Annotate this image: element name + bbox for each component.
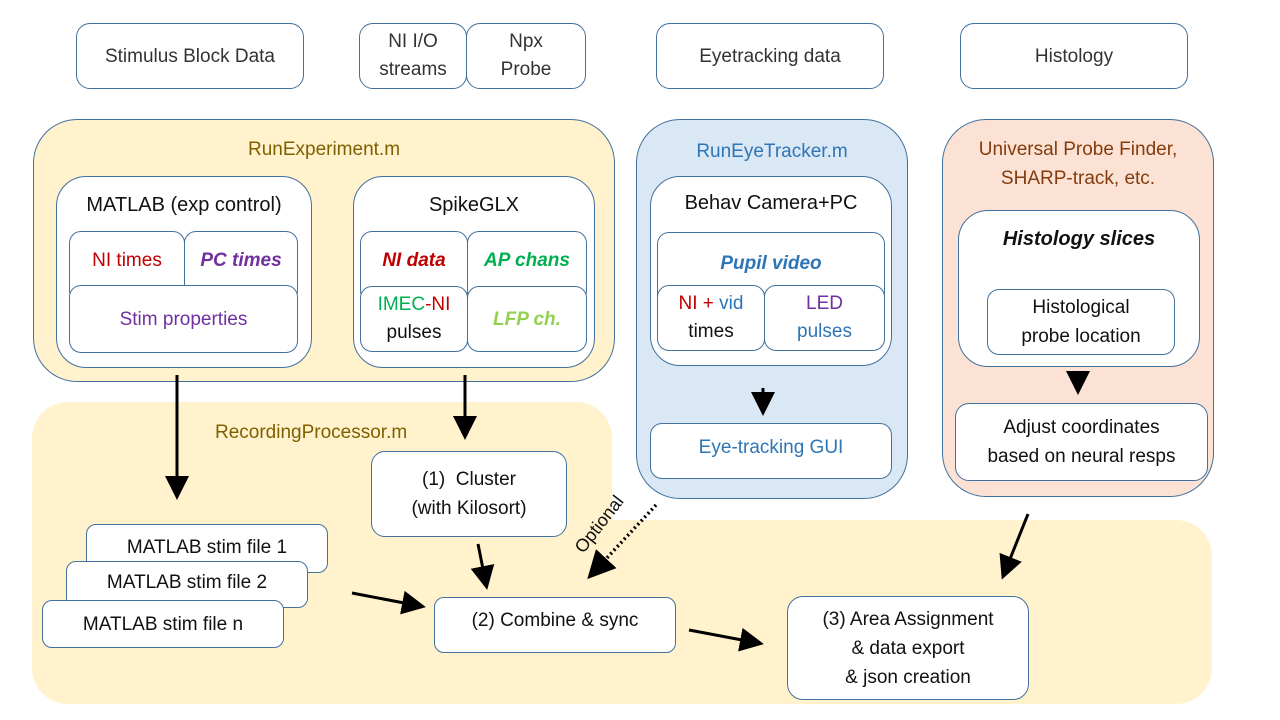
arrow-cluster-to-combine: [470, 543, 495, 590]
arrows-layer: [165, 371, 1090, 652]
arrow-optional-eye-to-combine: [587, 503, 658, 580]
arrow-combine-to-area: [688, 627, 764, 652]
arrow-stim-files-to-combine: [351, 590, 426, 615]
arrow-probe-to-area: [999, 513, 1030, 580]
